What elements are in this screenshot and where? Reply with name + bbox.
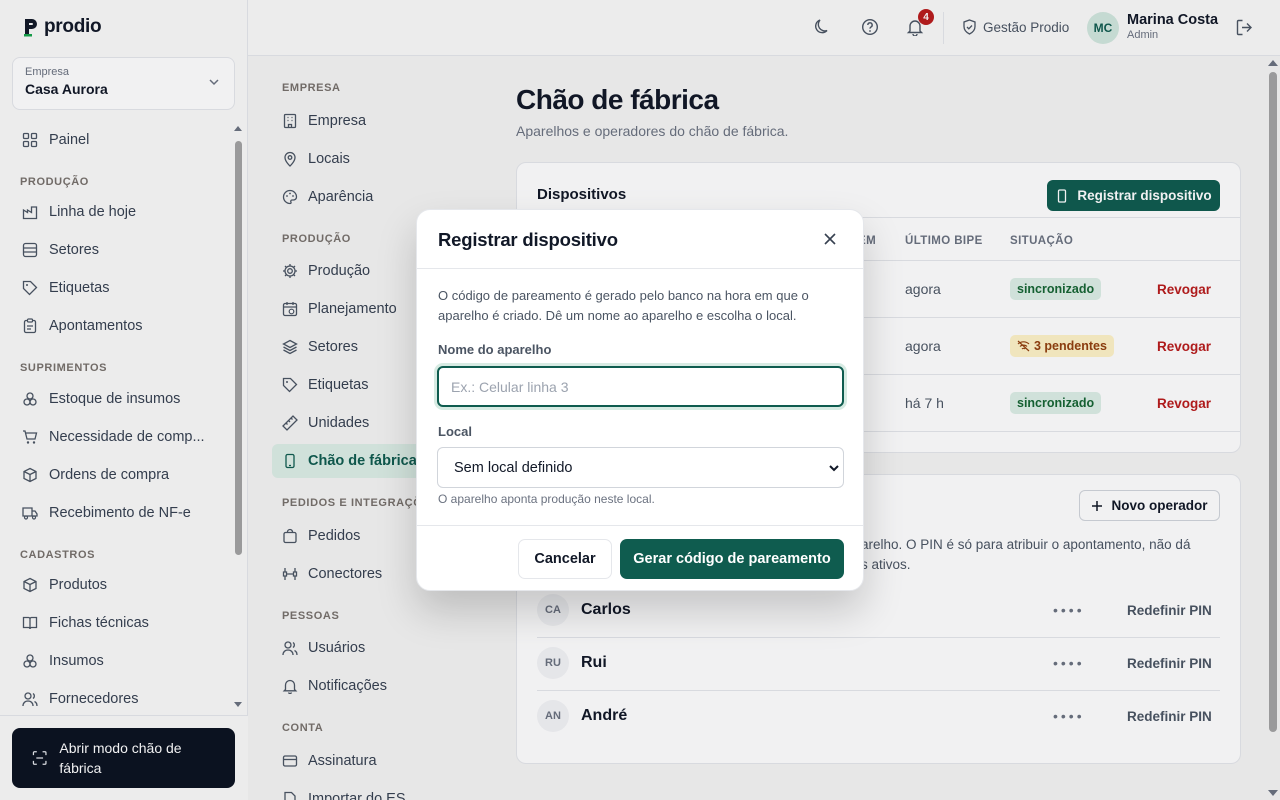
generate-pairing-code-button[interactable]: Gerar código de pareamento bbox=[620, 539, 844, 579]
device-name-label: Nome do aparelho bbox=[438, 342, 552, 357]
location-select-value: Sem local definido bbox=[454, 459, 573, 476]
location-label: Local bbox=[438, 424, 472, 439]
dialog-title: Registrar dispositivo bbox=[438, 229, 618, 250]
close-icon[interactable] bbox=[823, 232, 837, 246]
dialog-divider bbox=[417, 525, 863, 526]
dialog-description: O código de pareamento é gerado pelo ban… bbox=[438, 288, 809, 323]
chevron-down-icon bbox=[829, 465, 839, 472]
location-select[interactable]: Sem local definido bbox=[437, 447, 844, 488]
dialog-divider bbox=[417, 268, 863, 269]
location-hint: O aparelho aponta produção neste local. bbox=[438, 492, 655, 506]
register-device-dialog: Registrar dispositivo O código de paream… bbox=[416, 209, 864, 591]
device-name-input[interactable] bbox=[437, 366, 844, 407]
cancel-button[interactable]: Cancelar bbox=[518, 539, 612, 579]
